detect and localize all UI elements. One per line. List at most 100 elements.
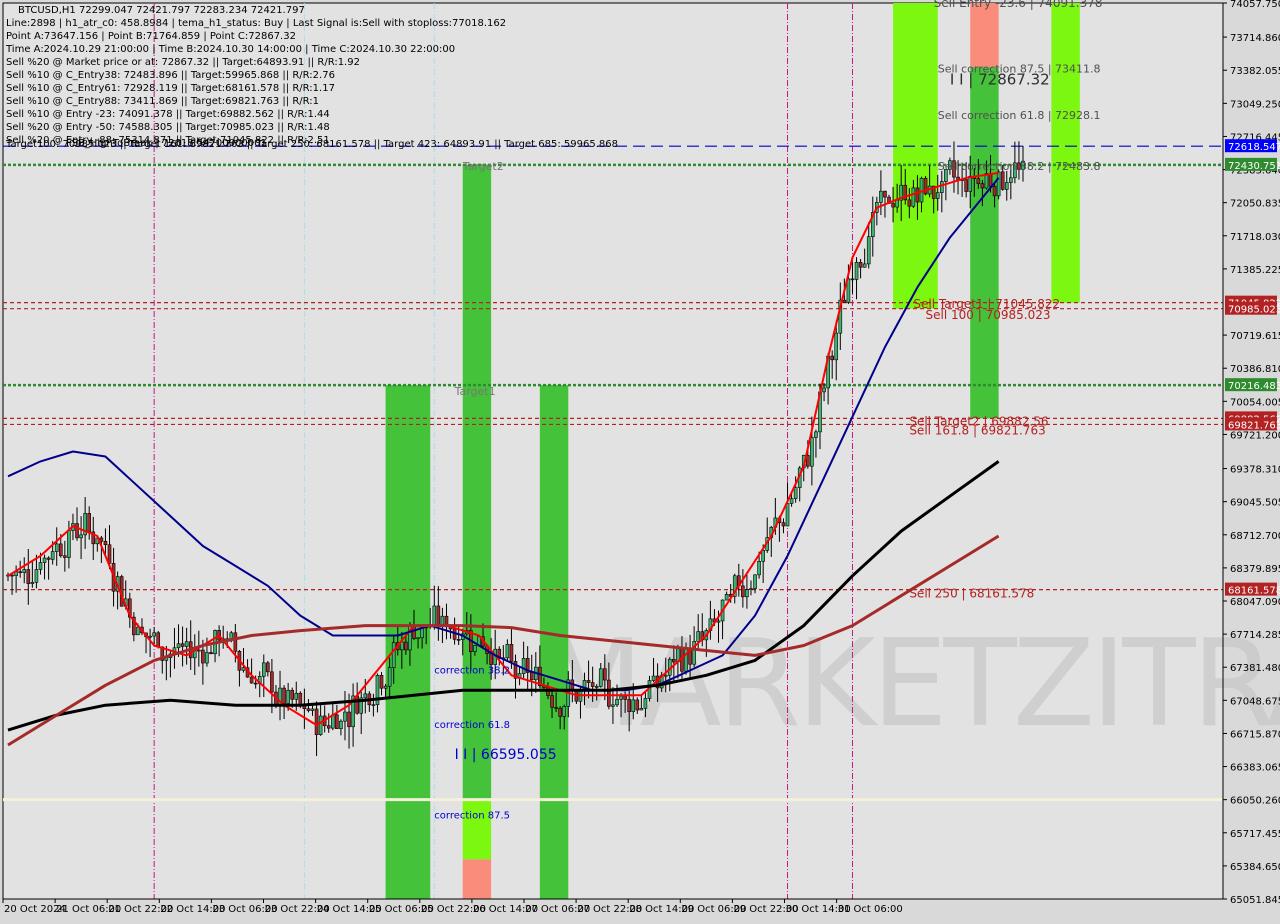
y-tick-label: 68712.700 (1230, 531, 1280, 542)
candle-body (935, 192, 940, 199)
candle-body (639, 707, 644, 711)
chart-annotation: correction 61.8 (434, 720, 510, 731)
candle-body (489, 653, 493, 665)
candle-body (79, 534, 83, 539)
candle-body (63, 555, 67, 558)
candle-body (148, 635, 152, 638)
candle-body (627, 699, 631, 712)
candle-body (205, 652, 209, 664)
candle-body (619, 695, 623, 700)
candle-body (939, 181, 944, 193)
candle-body (67, 530, 71, 558)
info-line: Sell %20 @ Market price or at: 72867.32 … (6, 57, 360, 68)
chart-annotation: Target2 (462, 160, 504, 173)
chart-annotation: Sell Entry -23.6 | 74091.378 (934, 0, 1103, 10)
candle-body (310, 708, 315, 711)
candle-body (10, 574, 14, 577)
candle-body (724, 593, 729, 601)
y-tick-label: 67714.285 (1230, 630, 1280, 641)
price-tag-label: 68161.578 (1228, 586, 1280, 597)
candle-body (355, 695, 359, 714)
info-line: Line:2898 | h1_atr_c0: 458.8984 | tema_h… (6, 18, 506, 29)
y-tick-label: 73382.055 (1230, 66, 1280, 77)
candle-body (830, 355, 834, 361)
candle-body (789, 498, 794, 504)
candle-body (854, 261, 859, 280)
price-chart[interactable]: MARKETZITRADE Sell Entry -23.6 | 74091.3… (0, 0, 1280, 920)
candle-body (1004, 182, 1009, 190)
y-tick-label: 68379.895 (1230, 564, 1280, 575)
candle-body (915, 187, 920, 203)
candle-body (233, 632, 238, 652)
y-tick-label: 74057.750 (1230, 0, 1280, 10)
candle-body (371, 704, 376, 707)
candle-body (282, 687, 286, 704)
candle-body (757, 561, 761, 576)
candle-body (964, 179, 968, 192)
chart-container[interactable]: MARKETZITRADE Sell Entry -23.6 | 74091.3… (0, 0, 1280, 920)
candle-body (505, 644, 510, 659)
candle-body (603, 668, 607, 681)
candle-body (879, 190, 883, 203)
candle-body (249, 676, 254, 684)
candle-body (672, 658, 676, 663)
y-tick-label: 65051.845 (1230, 895, 1280, 906)
candle-body (473, 645, 477, 652)
candle-body (383, 685, 388, 689)
candle-body (696, 631, 701, 642)
candle-body (996, 171, 1001, 197)
chart-annotation: I I | 72867.32 (950, 70, 1050, 88)
candle-body (306, 708, 311, 711)
candle-body (184, 641, 189, 647)
y-tick-label: 70719.615 (1230, 331, 1280, 342)
y-tick-label: 69721.200 (1230, 430, 1280, 441)
candle-body (607, 679, 611, 707)
candle-body (558, 707, 562, 717)
x-tick-label: 31 Oct 06:00 (838, 904, 903, 915)
candle-body (858, 261, 863, 268)
candle-body (623, 695, 627, 700)
candle-body (810, 437, 814, 467)
candle-body (554, 707, 558, 709)
info-line: Time A:2024.10.29 21:00:00 | Time B:2024… (5, 44, 455, 55)
candle-body (988, 173, 993, 187)
chart-annotation: Target1 (454, 385, 496, 398)
candle-body (290, 689, 295, 700)
y-tick-label: 73049.250 (1230, 99, 1280, 110)
y-tick-label: 70386.810 (1230, 364, 1280, 375)
chart-annotation: Sell correction 61.8 | 72928.1 (938, 109, 1101, 122)
candle-body (891, 203, 895, 208)
candle-body (635, 699, 640, 711)
info-line: Sell %10 @ C_Entry88: 73411.869 || Targe… (6, 96, 319, 107)
candle-body (197, 649, 201, 652)
candle-body (42, 557, 47, 563)
candle-body (456, 639, 461, 641)
candle-body (87, 513, 91, 533)
candle-body (862, 263, 867, 268)
candle-body (34, 569, 39, 583)
candle-body (294, 692, 299, 700)
header-ohlc: BTCUSD,H1 72299.047 72421.797 72283.234 … (18, 5, 305, 16)
candle-body (761, 550, 765, 562)
candle-body (663, 674, 668, 677)
candle-body (562, 706, 567, 717)
y-tick-label: 71718.030 (1230, 232, 1280, 243)
candle-body (436, 605, 441, 626)
candle-body (895, 199, 899, 208)
candle-body (416, 637, 420, 640)
candle-body (266, 662, 270, 673)
candle-body (586, 680, 591, 683)
candle-body (919, 177, 924, 203)
candle-body (1000, 171, 1005, 190)
candle-body (103, 540, 108, 546)
candle-body (318, 715, 323, 735)
candle-body (99, 537, 104, 542)
chart-annotation: Sell 250 | 68161.578 (909, 587, 1034, 601)
candle-body (326, 725, 331, 729)
candle-body (347, 711, 351, 728)
candle-body (201, 649, 205, 664)
candle-body (229, 632, 234, 640)
price-tag-label: 70216.483 (1228, 381, 1280, 392)
y-tick-label: 73714.860 (1230, 33, 1280, 44)
candle-body (176, 643, 181, 649)
